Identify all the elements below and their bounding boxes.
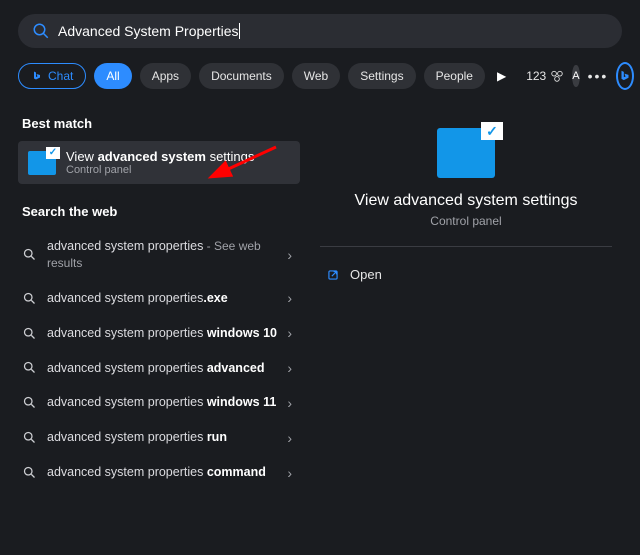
web-result-item[interactable]: advanced system properties - See web res…: [18, 229, 300, 281]
web-result-text: advanced system properties advanced: [47, 360, 277, 377]
search-icon: [22, 465, 37, 480]
best-match-heading: Best match: [22, 116, 300, 131]
web-result-text: advanced system properties windows 10: [47, 325, 277, 342]
web-result-text: advanced system properties - See web res…: [47, 238, 277, 272]
bing-chat-icon: [31, 70, 43, 82]
details-title: View advanced system settings: [320, 192, 612, 210]
tab-all[interactable]: All: [94, 63, 131, 89]
chevron-right-icon: ›: [287, 247, 292, 263]
web-result-text: advanced system properties.exe: [47, 290, 277, 307]
chevron-right-icon: ›: [287, 430, 292, 446]
web-result-item[interactable]: advanced system properties advanced ›: [18, 351, 300, 386]
search-icon: [22, 326, 37, 341]
web-result-item[interactable]: advanced system properties.exe ›: [18, 281, 300, 316]
tab-people[interactable]: People: [424, 63, 485, 89]
tab-settings[interactable]: Settings: [348, 63, 415, 89]
tab-chat[interactable]: Chat: [18, 63, 86, 89]
open-icon: [326, 268, 340, 282]
details-pane: View advanced system settings Control pa…: [300, 108, 640, 539]
divider: [320, 246, 612, 247]
text-caret: [239, 23, 240, 39]
more-options-button[interactable]: •••: [588, 68, 609, 84]
open-label: Open: [350, 267, 382, 282]
web-result-item[interactable]: advanced system properties windows 11 ›: [18, 385, 300, 420]
web-result-item[interactable]: advanced system properties command ›: [18, 455, 300, 490]
chevron-right-icon: ›: [287, 325, 292, 341]
chevron-right-icon: ›: [287, 290, 292, 306]
chevron-right-icon: ›: [287, 465, 292, 481]
details-subtitle: Control panel: [320, 214, 612, 228]
bing-button[interactable]: [616, 62, 634, 90]
web-result-text: advanced system properties run: [47, 429, 277, 446]
web-result-text: advanced system properties command: [47, 464, 277, 481]
web-result-item[interactable]: advanced system properties windows 10 ›: [18, 316, 300, 351]
results-column: Best match View advanced system settings…: [0, 108, 300, 539]
search-icon: [32, 22, 50, 40]
web-results-list: advanced system properties - See web res…: [18, 229, 300, 490]
best-match-text: View advanced system settings Control pa…: [66, 149, 254, 176]
system-settings-icon: [28, 151, 56, 175]
search-bar[interactable]: Advanced System Properties: [18, 14, 622, 48]
best-match-result[interactable]: View advanced system settings Control pa…: [18, 141, 300, 184]
rewards-icon: [550, 69, 564, 83]
search-icon: [22, 395, 37, 410]
tab-web[interactable]: Web: [292, 63, 340, 89]
account-button[interactable]: A: [572, 65, 579, 87]
search-icon: [22, 430, 37, 445]
web-result-text: advanced system properties windows 11: [47, 394, 277, 411]
search-query-text: Advanced System Properties: [58, 23, 239, 39]
search-icon: [22, 291, 37, 306]
search-icon: [22, 360, 37, 375]
account-letter: A: [572, 70, 579, 82]
tab-documents[interactable]: Documents: [199, 63, 284, 89]
web-result-item[interactable]: advanced system properties run ›: [18, 420, 300, 455]
filter-tabs: Chat All Apps Documents Web Settings Peo…: [18, 62, 622, 90]
rewards-points: 123: [526, 69, 546, 83]
main-content: Best match View advanced system settings…: [0, 108, 640, 539]
tab-chat-label: Chat: [48, 69, 73, 83]
search-icon: [22, 247, 37, 262]
open-action[interactable]: Open: [320, 261, 612, 288]
tab-apps[interactable]: Apps: [140, 63, 191, 89]
more-tabs-button[interactable]: ▶: [493, 69, 510, 83]
rewards-indicator[interactable]: 123: [526, 69, 564, 83]
chevron-right-icon: ›: [287, 395, 292, 411]
search-web-heading: Search the web: [22, 204, 300, 219]
details-icon: [437, 128, 495, 178]
best-match-subtitle: Control panel: [66, 164, 254, 176]
chevron-right-icon: ›: [287, 360, 292, 376]
bing-icon: [618, 69, 632, 83]
